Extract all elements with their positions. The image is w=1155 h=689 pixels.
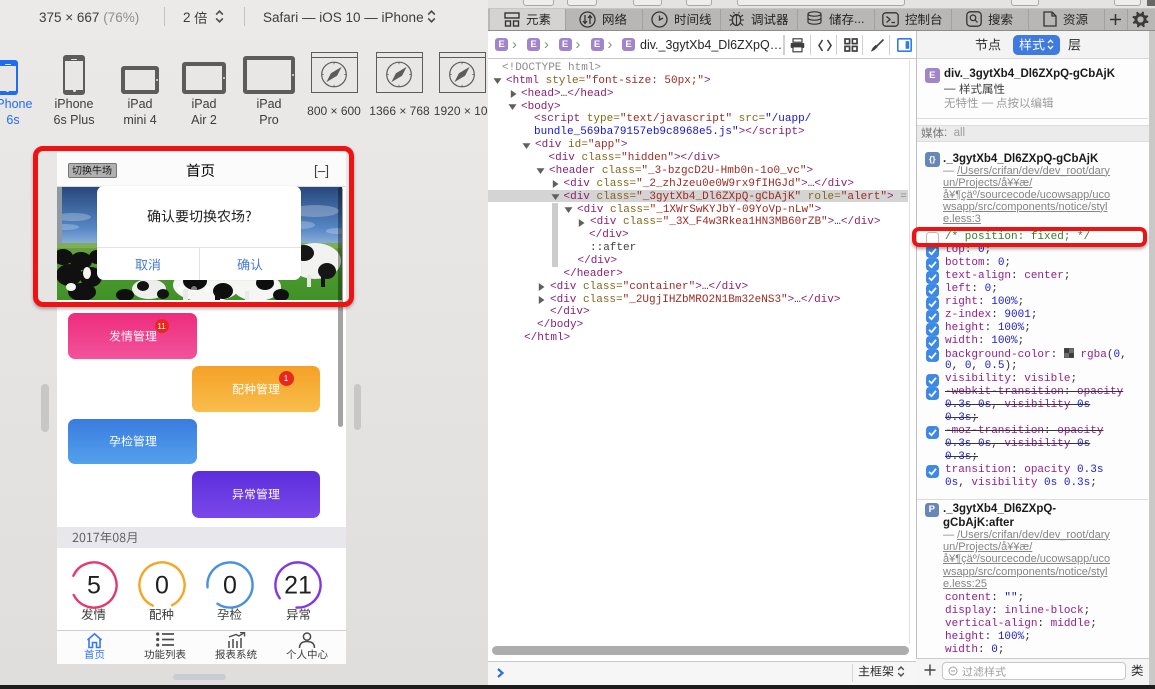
svg-text:0: 0	[155, 572, 169, 600]
svg-text:5: 5	[87, 572, 101, 600]
svg-text:21: 21	[284, 572, 312, 600]
svg-text:0: 0	[223, 572, 237, 600]
